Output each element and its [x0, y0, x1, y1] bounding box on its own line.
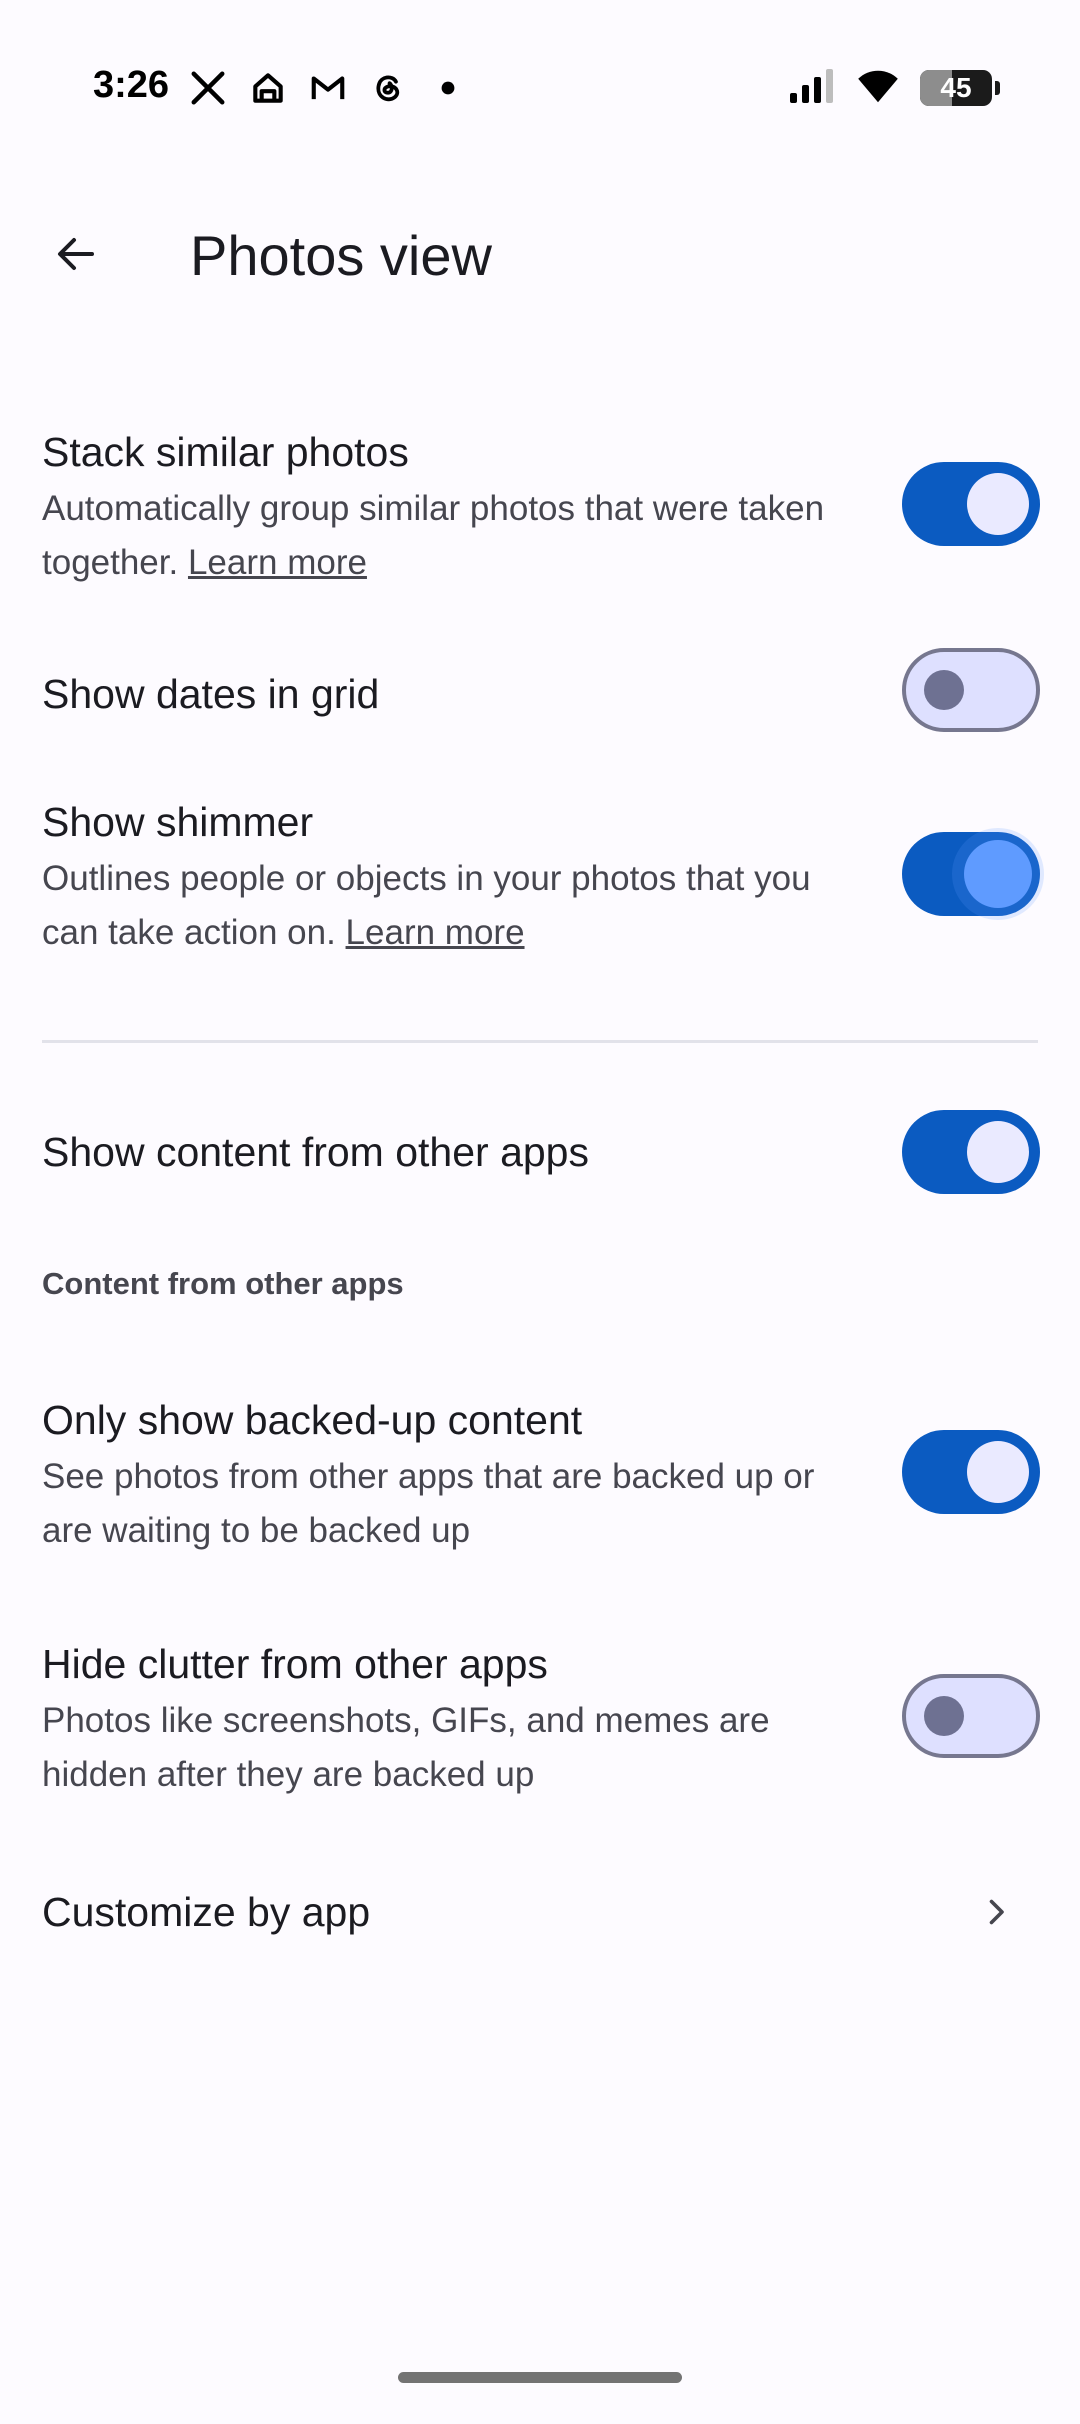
setting-show-shimmer[interactable]: Show shimmer Outlines people or objects … [0, 790, 1080, 970]
toggle-thumb [924, 1696, 964, 1736]
signal-icon [788, 68, 836, 108]
hide-clutter-toggle[interactable] [902, 1674, 1040, 1758]
setting-show-content-other-apps[interactable]: Show content from other apps [0, 1110, 1080, 1194]
gmail-icon [306, 66, 350, 110]
learn-more-link[interactable]: Learn more [188, 543, 367, 582]
setting-title: Stack similar photos [42, 429, 409, 475]
toggle-thumb [964, 840, 1032, 908]
system-icons: 45 [788, 66, 1000, 110]
description-text: Automatically group similar photos that … [42, 489, 825, 582]
arrow-back-icon [58, 238, 94, 270]
wifi-icon [856, 68, 900, 109]
setting-only-backed-up[interactable]: Only show backed-up content See photos f… [0, 1388, 1080, 1568]
dot-icon [426, 66, 470, 110]
back-button[interactable] [40, 218, 112, 290]
show-content-other-apps-toggle[interactable] [902, 1110, 1040, 1194]
toggle-thumb [967, 1441, 1029, 1503]
setting-customize-by-app[interactable]: Customize by app [0, 1870, 1080, 1954]
setting-description: Photos like screenshots, GIFs, and memes… [42, 1701, 770, 1794]
section-header: Content from other apps [42, 1266, 404, 1301]
learn-more-link[interactable]: Learn more [346, 913, 525, 952]
section-divider [42, 1040, 1038, 1043]
status-time: 3:26 [93, 64, 170, 106]
setting-title: Hide clutter from other apps [42, 1641, 548, 1687]
show-shimmer-toggle[interactable] [902, 832, 1040, 916]
setting-title: Show content from other apps [42, 1129, 589, 1175]
status-bar: 3:26 45 [0, 0, 1080, 170]
stack-similar-toggle[interactable] [902, 462, 1040, 546]
setting-stack-similar-photos[interactable]: Stack similar photos Automatically group… [0, 420, 1080, 600]
threads-icon [366, 66, 410, 110]
toggle-thumb [967, 473, 1029, 535]
setting-title: Show shimmer [42, 799, 314, 845]
setting-hide-clutter[interactable]: Hide clutter from other apps Photos like… [0, 1632, 1080, 1812]
home-icon [246, 66, 290, 110]
battery-level: 45 [940, 72, 972, 103]
x-icon [186, 66, 230, 110]
setting-description: See photos from other apps that are back… [42, 1457, 815, 1550]
setting-title: Customize by app [42, 1889, 371, 1935]
setting-title: Show dates in grid [42, 671, 380, 717]
setting-description: Outlines people or objects in your photo… [42, 852, 862, 960]
page-title: Photos view [190, 224, 492, 287]
only-backed-up-toggle[interactable] [902, 1430, 1040, 1514]
battery-icon: 45 [920, 70, 1000, 106]
setting-show-dates-in-grid[interactable]: Show dates in grid [0, 648, 1080, 748]
notification-icons [186, 66, 470, 110]
toggle-thumb [967, 1121, 1029, 1183]
show-dates-toggle[interactable] [902, 648, 1040, 732]
setting-description: Automatically group similar photos that … [42, 482, 862, 590]
toggle-thumb [924, 670, 964, 710]
setting-title: Only show backed-up content [42, 1397, 583, 1443]
home-indicator[interactable] [398, 2372, 682, 2383]
battery-tip [995, 81, 1000, 95]
chevron-right-icon [972, 1888, 1020, 1936]
